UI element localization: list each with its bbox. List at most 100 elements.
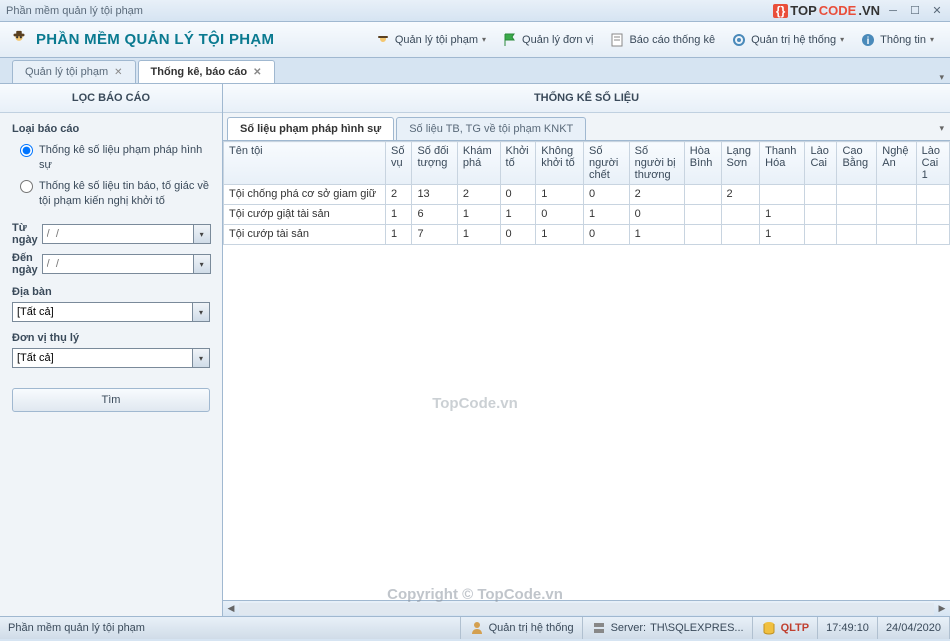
grid-cell[interactable] [684, 205, 721, 225]
grid-cell[interactable]: 13 [412, 185, 457, 205]
grid-cell[interactable]: 6 [412, 205, 457, 225]
grid-cell[interactable] [760, 185, 805, 205]
grid-cell[interactable]: Tội chống phá cơ sở giam giữ [224, 185, 386, 205]
data-grid-wrap[interactable]: Tên tộiSố vụSố đối tượngKhám pháKhởi tốK… [223, 141, 950, 600]
grid-header-cell[interactable]: Số người chết [584, 142, 630, 185]
grid-cell[interactable]: 1 [760, 205, 805, 225]
horizontal-scrollbar[interactable]: ◀ ▶ [223, 600, 950, 616]
from-date-picker-button[interactable]: ▾ [193, 224, 211, 244]
to-date-input[interactable] [42, 254, 193, 274]
grid-cell[interactable]: 2 [721, 185, 760, 205]
maximize-button[interactable]: ☐ [908, 4, 922, 18]
unit-combo[interactable] [12, 348, 192, 368]
grid-cell[interactable]: 0 [584, 225, 630, 245]
grid-cell[interactable]: 0 [500, 225, 536, 245]
unit-label: Đơn vị thụ lý [12, 332, 210, 344]
grid-cell[interactable]: 1 [536, 185, 584, 205]
grid-cell[interactable]: 2 [629, 185, 684, 205]
grid-header-cell[interactable]: Không khởi tố [536, 142, 584, 185]
close-icon[interactable]: ✕ [253, 67, 261, 78]
grid-header-cell[interactable]: Nghệ An [877, 142, 916, 185]
grid-cell[interactable] [721, 205, 760, 225]
grid-cell[interactable] [721, 225, 760, 245]
tabs-expand-icon[interactable]: ▾ [939, 72, 944, 83]
scroll-left-icon[interactable]: ◀ [223, 603, 239, 614]
grid-header-cell[interactable]: Khám phá [457, 142, 500, 185]
grid-cell[interactable] [916, 185, 949, 205]
area-combo[interactable] [12, 302, 192, 322]
grid-header-cell[interactable]: Lào Cai 1 [916, 142, 949, 185]
grid-cell[interactable]: 1 [386, 225, 412, 245]
grid-cell[interactable]: 0 [629, 205, 684, 225]
grid-cell[interactable]: 1 [760, 225, 805, 245]
grid-cell[interactable] [837, 225, 877, 245]
grid-header-cell[interactable]: Cao Bằng [837, 142, 877, 185]
subtab-criminal[interactable]: Số liệu phạm pháp hình sự [227, 117, 394, 140]
close-icon[interactable]: ✕ [114, 67, 122, 78]
grid-header-cell[interactable]: Tên tội [224, 142, 386, 185]
grid-cell[interactable] [877, 225, 916, 245]
table-row[interactable]: Tội chống phá cơ sở giam giữ213201022 [224, 185, 950, 205]
grid-cell[interactable]: 2 [457, 185, 500, 205]
grid-cell[interactable]: 0 [536, 205, 584, 225]
grid-cell[interactable]: 2 [386, 185, 412, 205]
grid-header-cell[interactable]: Số đối tượng [412, 142, 457, 185]
from-date-input[interactable] [42, 224, 193, 244]
grid-cell[interactable]: 1 [536, 225, 584, 245]
grid-header-cell[interactable]: Thanh Hóa [760, 142, 805, 185]
area-combo-button[interactable]: ▾ [192, 302, 210, 322]
grid-cell[interactable]: 7 [412, 225, 457, 245]
grid-cell[interactable]: 1 [457, 205, 500, 225]
grid-header-cell[interactable]: Số vụ [386, 142, 412, 185]
grid-cell[interactable]: 1 [500, 205, 536, 225]
to-date-picker-button[interactable]: ▾ [193, 254, 211, 274]
grid-cell[interactable] [877, 205, 916, 225]
search-button[interactable]: Tìm [12, 388, 210, 412]
grid-cell[interactable] [684, 225, 721, 245]
grid-cell[interactable]: 1 [386, 205, 412, 225]
grid-cell[interactable]: 1 [584, 205, 630, 225]
grid-header-cell[interactable]: Số người bị thương [629, 142, 684, 185]
document-icon [609, 32, 625, 48]
subtab-tips[interactable]: Số liệu TB, TG về tội phạm KNKT [396, 117, 586, 140]
grid-cell[interactable] [805, 185, 837, 205]
unit-combo-button[interactable]: ▾ [192, 348, 210, 368]
menu-admin[interactable]: Quản trị hệ thống ▾ [723, 28, 852, 52]
table-row[interactable]: Tội cướp tài sản17101011 [224, 225, 950, 245]
grid-cell[interactable] [916, 205, 949, 225]
close-button[interactable]: ✕ [930, 4, 944, 18]
grid-cell[interactable]: Tội cướp tài sản [224, 225, 386, 245]
grid-cell[interactable]: Tội cướp giật tài sản [224, 205, 386, 225]
menu-report[interactable]: Báo cáo thống kê [601, 28, 723, 52]
tab-crime-management[interactable]: Quản lý tội phạm ✕ [12, 60, 136, 83]
radio-tip-stats[interactable] [20, 180, 33, 193]
subtabs-expand-icon[interactable]: ▾ [939, 123, 944, 134]
tab-statistics[interactable]: Thống kê, báo cáo ✕ [138, 60, 275, 83]
minimize-button[interactable]: ─ [886, 4, 900, 18]
report-type-label: Loại báo cáo [12, 123, 210, 135]
grid-cell[interactable] [916, 225, 949, 245]
menu-crime[interactable]: Quản lý tội phạm ▾ [367, 28, 494, 52]
grid-header-cell[interactable]: Khởi tố [500, 142, 536, 185]
menu-unit[interactable]: Quản lý đơn vị [494, 28, 601, 52]
grid-header-cell[interactable]: Lào Cai [805, 142, 837, 185]
grid-cell[interactable]: 1 [457, 225, 500, 245]
grid-cell[interactable] [877, 185, 916, 205]
grid-cell[interactable]: 1 [629, 225, 684, 245]
radio-criminal-stats[interactable] [20, 144, 33, 157]
scroll-track[interactable] [239, 603, 934, 615]
grid-cell[interactable]: 0 [584, 185, 630, 205]
grid-cell[interactable] [684, 185, 721, 205]
grid-cell[interactable]: 0 [500, 185, 536, 205]
grid-header-cell[interactable]: Hòa Bình [684, 142, 721, 185]
grid-cell[interactable] [837, 205, 877, 225]
scroll-right-icon[interactable]: ▶ [934, 603, 950, 614]
menu-info[interactable]: i Thông tin ▾ [852, 28, 942, 52]
grid-cell[interactable] [837, 185, 877, 205]
grid-cell[interactable] [805, 205, 837, 225]
grid-header-cell[interactable]: Lạng Sơn [721, 142, 760, 185]
grid-cell[interactable] [805, 225, 837, 245]
radio-tip-stats-label[interactable]: Thống kê số liệu tin báo, tố giác về tội… [39, 179, 210, 209]
radio-criminal-stats-label[interactable]: Thống kê số liệu phạm pháp hình sự [39, 143, 210, 173]
table-row[interactable]: Tội cướp giật tài sản16110101 [224, 205, 950, 225]
